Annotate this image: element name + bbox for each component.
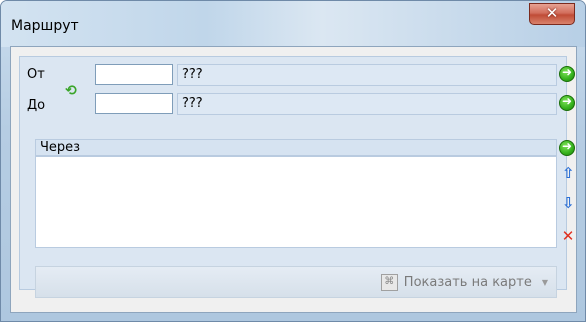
show-on-map-label: Показать на карте xyxy=(403,274,532,290)
from-number-input[interactable] xyxy=(95,64,173,85)
from-label: От xyxy=(27,67,45,82)
chevron-down-icon[interactable]: ▼ xyxy=(542,278,548,287)
to-address-field[interactable]: ??? xyxy=(177,93,557,115)
via-label: Через xyxy=(40,140,81,155)
title-bar: Маршрут ✕ xyxy=(1,1,585,47)
show-on-map-button[interactable]: ⌘ Показать на карте ▼ xyxy=(373,267,556,297)
via-points-list[interactable] xyxy=(35,156,557,248)
via-header: Через xyxy=(35,139,557,156)
to-go-icon[interactable] xyxy=(559,94,575,111)
move-down-icon[interactable]: ⇩ xyxy=(562,194,575,212)
map-icon: ⌘ xyxy=(380,273,398,291)
to-label: До xyxy=(27,98,46,113)
via-add-icon[interactable] xyxy=(559,139,575,156)
from-address-field[interactable]: ??? xyxy=(177,64,557,86)
close-icon: ✕ xyxy=(545,4,559,22)
bottom-toolbar: ⌘ Показать на карте ▼ xyxy=(35,266,557,298)
delete-icon[interactable]: ✕ xyxy=(561,227,575,245)
swap-icon[interactable]: ⟲ xyxy=(63,83,79,99)
window-title: Маршрут xyxy=(11,18,79,34)
route-dialog-window: Маршрут ✕ От ??? ⟲ До ??? Через ⇧ ⇩ ✕ ⌘ … xyxy=(0,0,586,322)
from-go-icon[interactable] xyxy=(559,65,575,82)
close-button[interactable]: ✕ xyxy=(529,3,575,25)
move-up-icon[interactable]: ⇧ xyxy=(562,164,575,182)
to-number-input[interactable] xyxy=(95,93,173,114)
